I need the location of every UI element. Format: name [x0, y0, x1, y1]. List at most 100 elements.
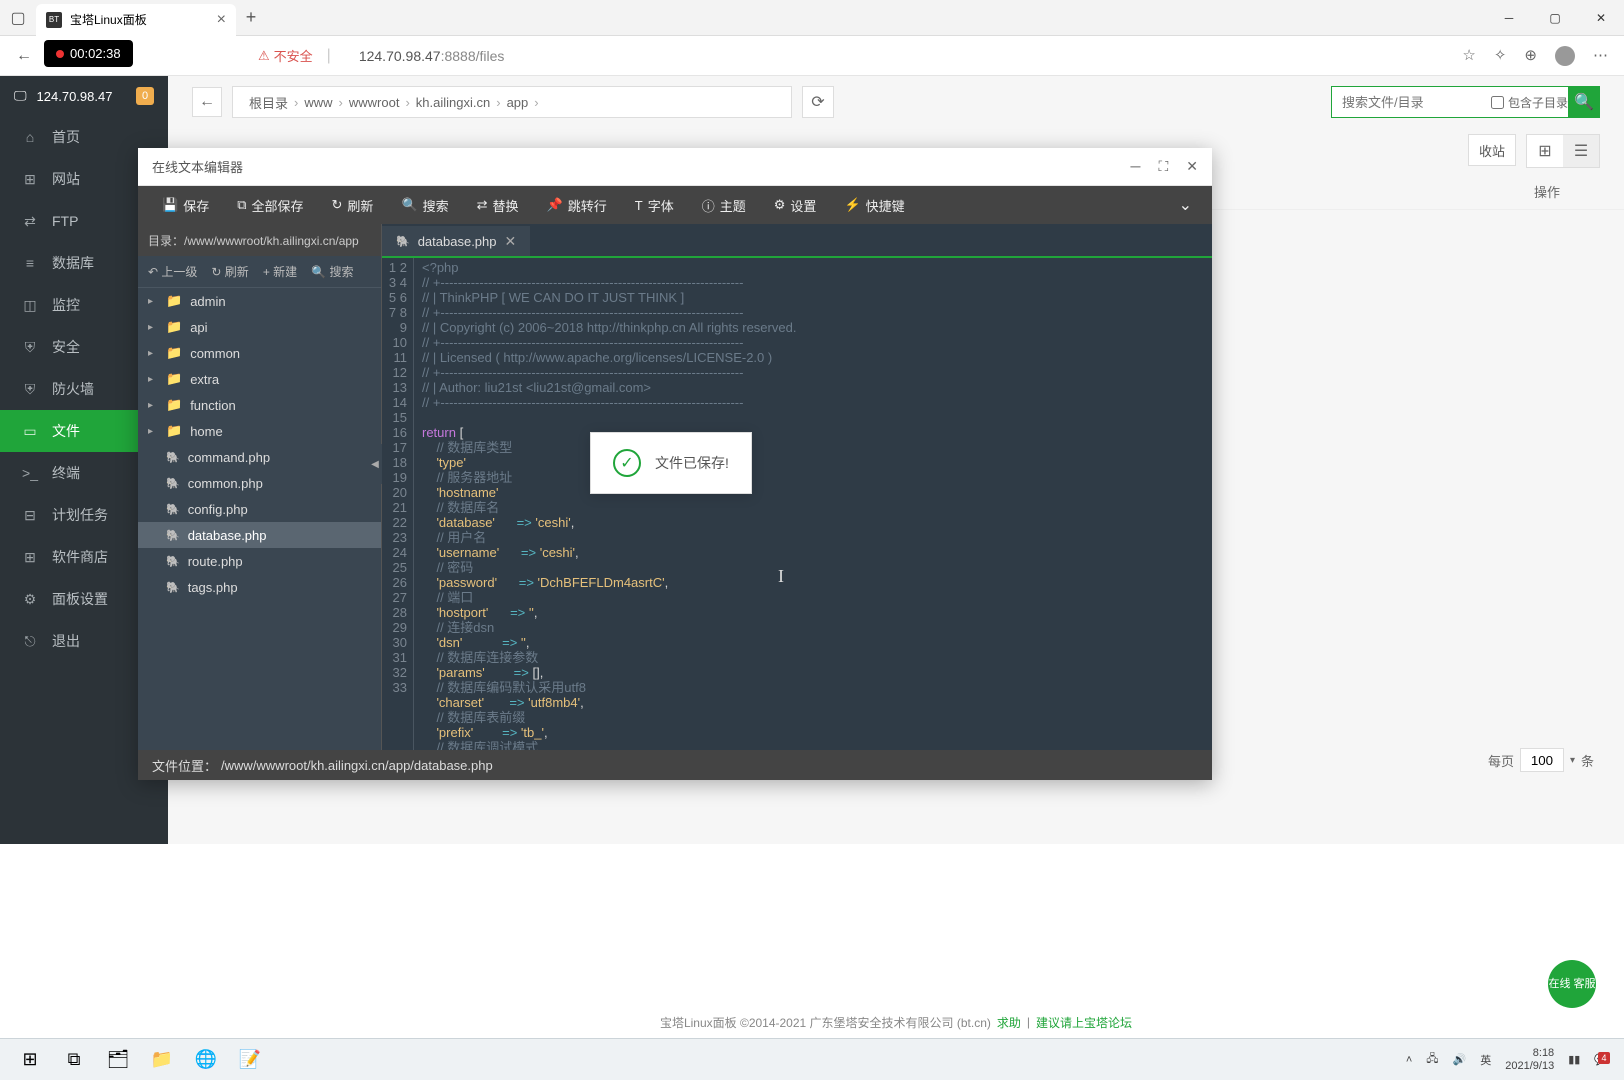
font-icon: T — [635, 198, 643, 213]
tree-folder[interactable]: ▸📁api — [138, 314, 381, 340]
chevron-down-icon[interactable]: ⌄ — [1169, 195, 1202, 215]
code-editor[interactable]: 1 2 3 4 5 6 7 8 9 10 11 12 13 14 15 16 1… — [382, 258, 1212, 750]
save-all-button[interactable]: ⧉全部保存 — [223, 196, 317, 215]
breadcrumb-refresh-button[interactable]: ⟳ — [802, 86, 834, 118]
cron-icon: ⊟ — [22, 507, 38, 524]
help-link[interactable]: 求助 — [997, 1014, 1021, 1031]
ftp-icon: ⇄ — [22, 213, 38, 230]
warning-icon: ⚠ — [258, 48, 270, 64]
close-icon[interactable]: ✕ — [1186, 158, 1198, 175]
toast-message: 文件已保存! — [655, 453, 729, 473]
recycle-bin-button[interactable]: 收站 — [1468, 134, 1516, 166]
replace-icon: ⇄ — [477, 197, 488, 213]
refresh-tree-button[interactable]: ↻ 刷新 — [211, 263, 248, 280]
minimize-icon[interactable]: ─ — [1131, 158, 1141, 175]
up-level-button[interactable]: ↶ 上一级 — [148, 263, 197, 280]
recording-badge: 00:02:38 — [44, 40, 133, 67]
font-button[interactable]: T字体 — [621, 196, 688, 215]
forum-link[interactable]: 建议请上宝塔论坛 — [1036, 1014, 1132, 1031]
save-icon: 💾 — [162, 197, 178, 213]
taskbar-app[interactable]: 🗂 — [96, 1039, 140, 1081]
network-icon[interactable]: 🖧 — [1426, 1050, 1438, 1069]
text-cursor-icon: I — [778, 569, 784, 584]
tab-title: 宝塔Linux面板 — [70, 11, 147, 28]
ime-indicator[interactable]: 英 — [1480, 1052, 1491, 1068]
notification-badge[interactable]: 0 — [136, 87, 154, 105]
collections-icon[interactable]: ⊕ — [1524, 46, 1537, 66]
taskbar-app[interactable]: 📝 — [228, 1039, 272, 1081]
window-min-button[interactable]: ─ — [1486, 0, 1532, 36]
shortcuts-button[interactable]: ⚡快捷键 — [830, 196, 918, 215]
record-dot-icon — [56, 50, 64, 58]
breadcrumb-back-button[interactable]: ← — [192, 87, 222, 117]
tree-file[interactable]: 🐘config.php — [138, 496, 381, 522]
close-tab-icon[interactable]: × — [217, 11, 226, 29]
monitor-icon: 🖵 — [14, 88, 27, 104]
search-button[interactable]: 🔍 — [1568, 86, 1600, 118]
save-all-icon: ⧉ — [237, 197, 246, 213]
favicon-icon: BT — [46, 12, 62, 28]
page-size-input[interactable] — [1520, 748, 1564, 772]
tree-file[interactable]: 🐘route.php — [138, 548, 381, 574]
chevron-down-icon[interactable]: ▾ — [1570, 755, 1575, 766]
tree-file[interactable]: 🐘common.php — [138, 470, 381, 496]
tab-list-button[interactable]: ▢ — [0, 0, 36, 36]
edge-browser-icon[interactable]: 🌐 — [184, 1039, 228, 1081]
new-tab-button[interactable]: + — [236, 7, 266, 28]
windows-taskbar: ⊞ ⧉ 🗂 📁 🌐 📝 ˄ 🖧 🔊 英 8:18 2021/9/13 ▮▮ 💬 — [0, 1038, 1624, 1080]
search-button[interactable]: 🔍搜索 — [387, 196, 462, 215]
tree-folder[interactable]: ▸📁home — [138, 418, 381, 444]
subdir-checkbox-label[interactable]: 包含子目录 — [1491, 94, 1568, 111]
refresh-icon: ↻ — [332, 197, 343, 213]
clock[interactable]: 8:18 2021/9/13 — [1505, 1047, 1554, 1073]
start-button[interactable]: ⊞ — [8, 1039, 52, 1081]
settings-button[interactable]: ⚙设置 — [760, 196, 831, 215]
address-url[interactable]: 124.70.98.47:8888/files — [359, 48, 505, 64]
favorites-bar-icon[interactable]: ✧ — [1494, 46, 1507, 66]
notifications-icon[interactable]: 💬 — [1594, 1053, 1608, 1066]
file-explorer-icon[interactable]: 📁 — [140, 1039, 184, 1081]
subdir-checkbox[interactable] — [1491, 96, 1504, 109]
task-view-button[interactable]: ⧉ — [52, 1039, 96, 1081]
editor-dir-label: 目录：/www/wwwroot/kh.ailingxi.cn/app — [138, 224, 381, 256]
tree-folder[interactable]: ▸📁admin — [138, 288, 381, 314]
tree-folder[interactable]: ▸📁function — [138, 392, 381, 418]
profile-icon[interactable] — [1555, 46, 1575, 66]
tray-icon[interactable]: ▮▮ — [1568, 1053, 1580, 1066]
window-close-button[interactable]: ✕ — [1578, 0, 1624, 36]
grid-view-button[interactable]: ⊞ — [1527, 135, 1563, 167]
replace-button[interactable]: ⇄替换 — [463, 196, 533, 215]
tree-folder[interactable]: ▸📁common — [138, 340, 381, 366]
tree-file[interactable]: 🐘database.php — [138, 522, 381, 548]
window-max-button[interactable]: ▢ — [1532, 0, 1578, 36]
tree-file[interactable]: 🐘tags.php — [138, 574, 381, 600]
tray-chevron-icon[interactable]: ˄ — [1406, 1054, 1412, 1066]
list-view-button[interactable]: ☰ — [1563, 135, 1599, 167]
database-icon: ≡ — [22, 255, 38, 271]
refresh-button[interactable]: ↻刷新 — [318, 196, 388, 215]
collapse-sidebar-icon[interactable]: ◀ — [368, 444, 382, 484]
theme-button[interactable]: ⓘ主题 — [688, 196, 760, 215]
sidebar-host: 🖵 124.70.98.47 0 — [0, 76, 168, 116]
close-tab-icon[interactable]: ✕ — [505, 233, 517, 250]
menu-icon[interactable]: ⋯ — [1593, 46, 1608, 66]
browser-tab[interactable]: BT 宝塔Linux面板 × — [36, 4, 236, 36]
maximize-icon[interactable]: ⛶ — [1158, 158, 1168, 175]
breadcrumb[interactable]: 根目录› www› wwwroot› kh.ailingxi.cn› app› — [232, 86, 792, 118]
volume-icon[interactable]: 🔊 — [1453, 1053, 1467, 1066]
search-tree-button[interactable]: 🔍 搜索 — [311, 263, 353, 280]
tree-file[interactable]: 🐘command.php — [138, 444, 381, 470]
bolt-icon: ⚡ — [844, 197, 860, 213]
security-indicator[interactable]: ⚠ 不安全 — [258, 46, 313, 65]
new-file-button[interactable]: + 新建 — [263, 263, 297, 280]
support-fab[interactable]: 在线 客服 — [1548, 960, 1596, 1008]
back-button[interactable]: ← — [8, 40, 40, 72]
goto-line-button[interactable]: 📌跳转行 — [533, 196, 621, 215]
check-circle-icon: ✓ — [613, 449, 641, 477]
editor-tab[interactable]: 🐘 database.php ✕ — [382, 226, 530, 258]
tree-folder[interactable]: ▸📁extra — [138, 366, 381, 392]
home-icon: ⌂ — [22, 129, 38, 145]
folder-icon: ▭ — [22, 423, 38, 440]
favorite-icon[interactable]: ☆ — [1462, 46, 1475, 66]
save-button[interactable]: 💾保存 — [148, 196, 223, 215]
